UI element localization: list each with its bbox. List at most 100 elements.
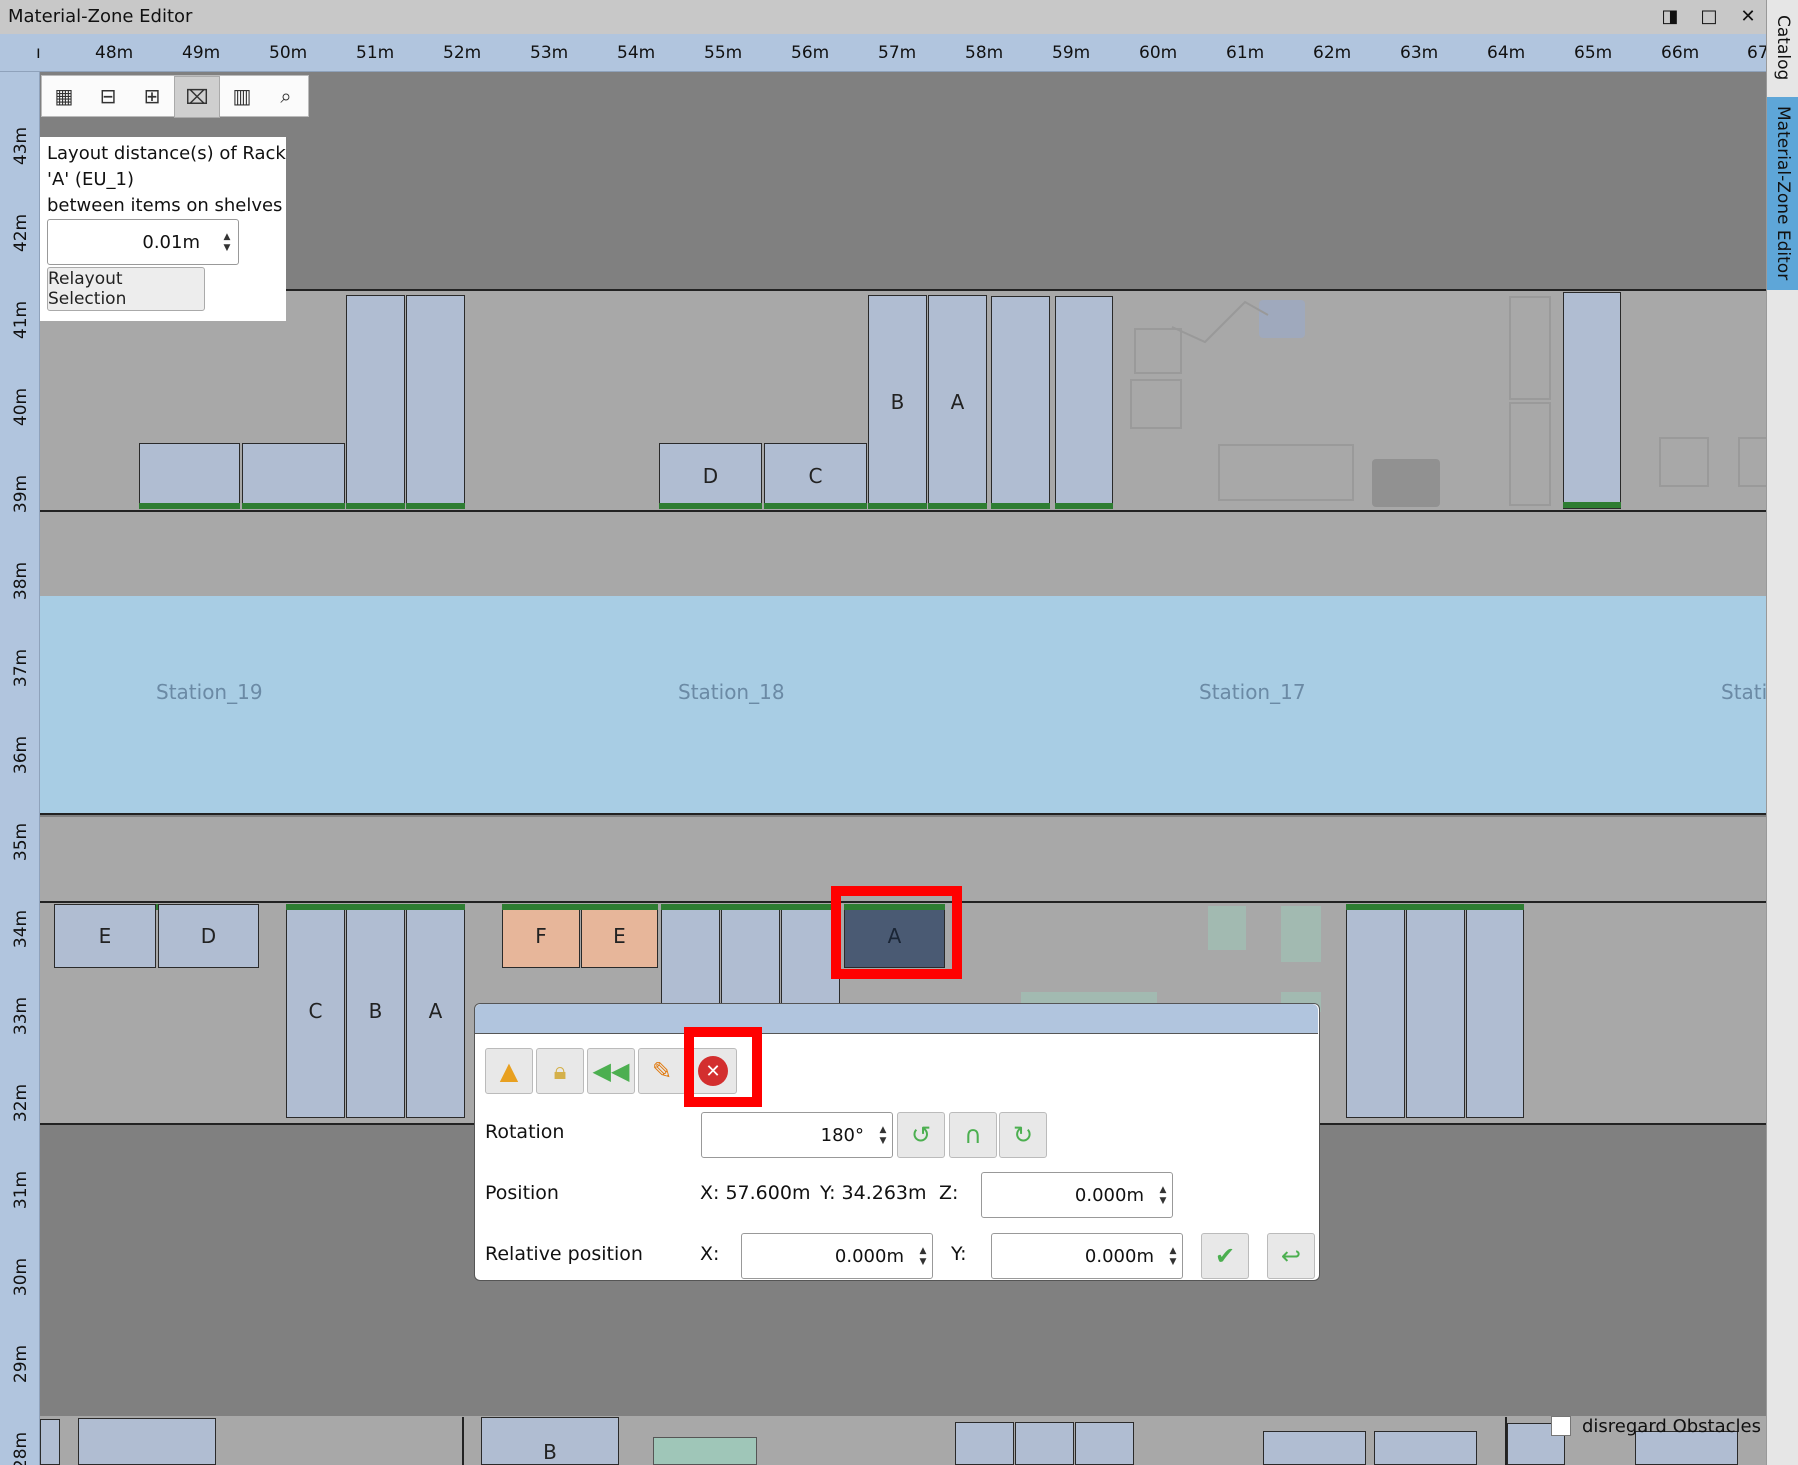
wall-line xyxy=(462,1417,464,1465)
tab-material-zone-editor[interactable]: Material-Zone Editor xyxy=(1767,97,1798,290)
rack[interactable] xyxy=(346,295,405,509)
rack[interactable] xyxy=(78,1418,216,1465)
rack[interactable] xyxy=(242,443,345,509)
obstacle xyxy=(1372,459,1440,507)
ruler-tick-label: 57m xyxy=(878,43,917,63)
rack[interactable] xyxy=(1466,904,1524,1118)
rack[interactable] xyxy=(991,296,1050,509)
rack-e-bottom[interactable]: E xyxy=(54,904,156,968)
rack-c-top[interactable]: C xyxy=(764,443,867,509)
rack[interactable] xyxy=(1075,1422,1134,1465)
position-label: Position xyxy=(485,1182,559,1204)
rack[interactable] xyxy=(1374,1431,1477,1465)
ruler-icon[interactable]: ⊟ xyxy=(86,76,130,116)
disregard-obstacles-label: disregard Obstacles xyxy=(1582,1416,1761,1437)
rack-b-top[interactable]: B xyxy=(868,295,927,509)
ruler-tick-label: 41m xyxy=(11,300,32,340)
float-window-button[interactable]: ◨ xyxy=(1658,5,1682,29)
rack-a-top[interactable]: A xyxy=(928,295,987,509)
station-label: Station_19 xyxy=(156,680,263,704)
rack[interactable] xyxy=(1263,1431,1366,1465)
warning-icon[interactable]: ▲ xyxy=(485,1048,533,1094)
obstacle xyxy=(1130,379,1182,429)
obstacle xyxy=(1659,437,1709,487)
obstacle xyxy=(653,1437,757,1465)
ruler-tick-label: 60m xyxy=(1139,43,1178,63)
rel-y-value[interactable]: 0.000m xyxy=(996,1246,1154,1267)
ruler-tick-label: 39m xyxy=(11,474,32,514)
canvas-toolbar: ▦ ⊟ ⊞ ⌧ ▥ ⌕ xyxy=(41,75,309,118)
grid-icon[interactable]: ▦ xyxy=(42,76,86,116)
rotation-value[interactable]: 180° xyxy=(706,1125,864,1146)
rack-d-top[interactable]: D xyxy=(659,443,762,509)
rack[interactable] xyxy=(406,295,465,509)
ruler-tick-label: 55m xyxy=(704,43,743,63)
z-value[interactable]: 0.000m xyxy=(986,1185,1144,1206)
rotate-right-icon[interactable]: ↻ xyxy=(999,1112,1047,1158)
rack[interactable] xyxy=(1015,1422,1074,1465)
rack-a-bottom[interactable]: A xyxy=(406,904,465,1118)
maximize-button[interactable]: □ xyxy=(1697,5,1721,29)
horizontal-ruler: ı 48m 49m 50m 51m 52m 53m 54m 55m 56m 57… xyxy=(0,34,1769,72)
rel-y-stepper[interactable]: 0.000m ▲ ▼ xyxy=(991,1233,1183,1279)
reset-icon[interactable]: ↩ xyxy=(1267,1233,1315,1279)
popup-header[interactable] xyxy=(475,1004,1318,1034)
disregard-obstacles-checkbox[interactable] xyxy=(1551,1416,1571,1436)
rack-e-orange[interactable]: E xyxy=(581,904,658,968)
rotate-left-icon[interactable]: ↺ xyxy=(897,1112,945,1158)
shelf-icon[interactable]: ▥ xyxy=(220,76,264,116)
close-button[interactable]: ✕ xyxy=(1736,5,1760,29)
rack-layout-icon[interactable]: ⌧ xyxy=(174,76,220,118)
vertical-ruler: 43m 42m 41m 40m 39m 38m 37m 36m 35m 34m … xyxy=(0,72,40,1465)
rack-d-bottom[interactable]: D xyxy=(158,904,259,968)
tab-catalog[interactable]: Catalog xyxy=(1767,10,1798,86)
ruler-tick-label: 32m xyxy=(11,1083,32,1123)
dimension-icon[interactable]: ⊞ xyxy=(130,76,174,116)
layout-distance-stepper[interactable]: 0.01m ▲ ▼ xyxy=(47,219,239,265)
obstacle xyxy=(1738,437,1766,487)
rotate-180-icon[interactable]: ∩ xyxy=(949,1112,997,1158)
rack[interactable] xyxy=(1563,292,1621,509)
rack[interactable] xyxy=(1346,904,1405,1118)
layout-distance-value[interactable]: 0.01m xyxy=(52,232,200,253)
ruler-tick-label: 38m xyxy=(11,561,32,601)
station-label: Station_18 xyxy=(678,680,785,704)
z-label: Z: xyxy=(939,1182,959,1204)
stepper-arrows-icon[interactable]: ▲ ▼ xyxy=(916,1240,930,1274)
obstacle xyxy=(1218,444,1354,501)
lock-icon[interactable]: 🔒︎ xyxy=(536,1048,584,1094)
back-icon[interactable]: ◀◀ xyxy=(587,1048,635,1094)
stepper-arrows-icon[interactable]: ▲ ▼ xyxy=(1156,1179,1170,1213)
rotation-stepper[interactable]: 180° ▲ ▼ xyxy=(701,1112,893,1158)
rack[interactable] xyxy=(1055,296,1113,509)
ruler-tick-label: 34m xyxy=(11,909,32,949)
apply-check-icon[interactable]: ✔ xyxy=(1201,1233,1249,1279)
stepper-arrows-icon[interactable]: ▲ ▼ xyxy=(1166,1240,1180,1274)
rel-x-value[interactable]: 0.000m xyxy=(746,1246,904,1267)
relayout-selection-button[interactable]: Relayout Selection xyxy=(47,267,205,311)
rotation-label: Rotation xyxy=(485,1121,565,1143)
rack[interactable] xyxy=(955,1422,1014,1465)
edit-icon[interactable]: ✎ xyxy=(638,1048,686,1094)
rack[interactable] xyxy=(1406,904,1465,1118)
stepper-arrows-icon[interactable]: ▲ ▼ xyxy=(876,1119,890,1153)
rack-f-bottom[interactable]: F xyxy=(502,904,580,968)
rel-x-stepper[interactable]: 0.000m ▲ ▼ xyxy=(741,1233,933,1279)
ruler-tick-label: 65m xyxy=(1574,43,1613,63)
rack[interactable] xyxy=(139,443,240,509)
ruler-tick-label: 49m xyxy=(182,43,221,63)
rack[interactable] xyxy=(40,1419,60,1465)
shelf-edge xyxy=(661,904,840,910)
station-band: Station_19 Station_18 Station_17 Statio xyxy=(40,596,1766,815)
layout-distance-panel: Layout distance(s) of Rack 'A' (EU_1) be… xyxy=(40,137,286,321)
ruler-tick-label: 66m xyxy=(1661,43,1700,63)
search-icon[interactable]: ⌕ xyxy=(264,76,308,116)
z-stepper[interactable]: 0.000m ▲ ▼ xyxy=(981,1172,1173,1218)
stepper-arrows-icon[interactable]: ▲ ▼ xyxy=(220,226,234,260)
obstacle-outline xyxy=(1171,300,1269,344)
window-title: Material-Zone Editor xyxy=(8,6,193,27)
shelf-edge xyxy=(406,503,465,509)
rack-c-bottom[interactable]: C xyxy=(286,904,345,1118)
rack-b-partial[interactable]: B xyxy=(481,1417,619,1465)
rack-b-bottom[interactable]: B xyxy=(346,904,405,1118)
